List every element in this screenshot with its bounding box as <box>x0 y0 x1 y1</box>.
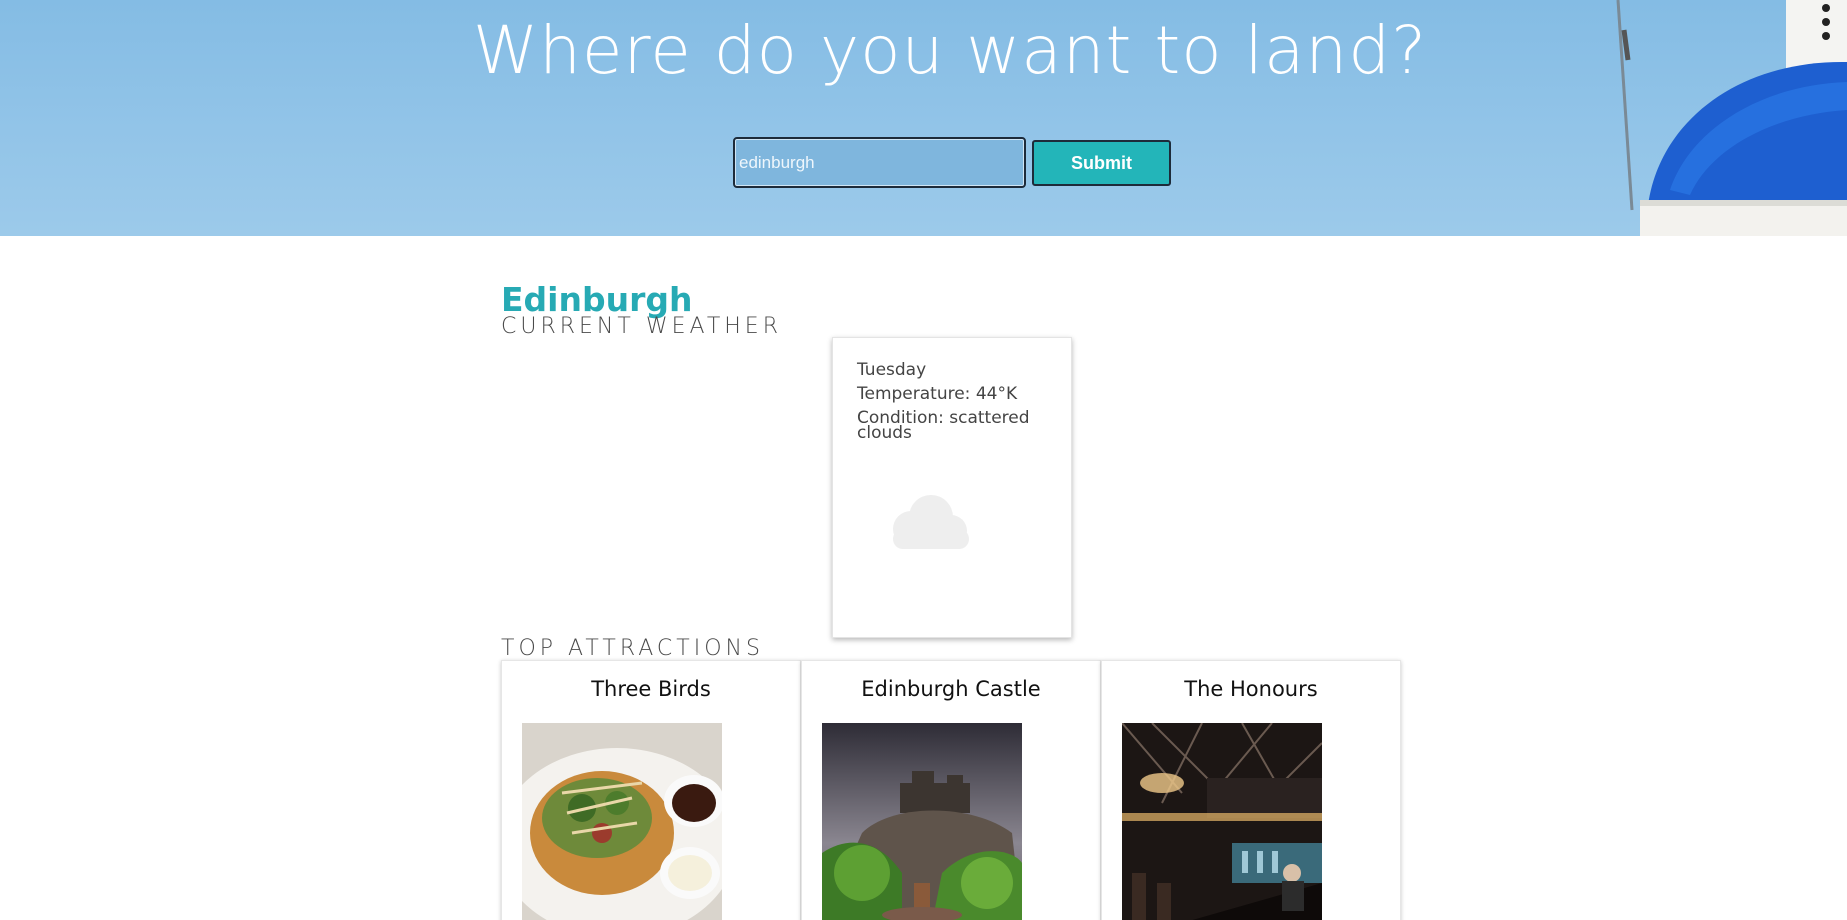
top-attractions-heading: TOP ATTRACTIONS <box>501 636 764 661</box>
attraction-photo-the-honours <box>1122 723 1322 920</box>
cloud-icon <box>893 495 969 549</box>
weather-card: Tuesday Temperature: 44°K Condition: sca… <box>832 337 1072 638</box>
attraction-photo-edinburgh-castle <box>822 723 1022 920</box>
weather-condition: Condition: scattered clouds <box>857 408 1030 443</box>
destination-search-input[interactable] <box>733 137 1026 188</box>
hero-title: Where do you want to land? <box>472 12 1428 89</box>
attraction-card[interactable]: Edinburgh Castle <box>801 660 1101 920</box>
attraction-title: Edinburgh Castle <box>861 677 1041 701</box>
attraction-card[interactable]: The Honours <box>1101 660 1401 920</box>
current-weather-heading: CURRENT WEATHER <box>501 314 782 339</box>
attraction-title: Three Birds <box>591 677 711 701</box>
weather-temperature: Temperature: 44°K <box>857 384 1018 404</box>
hero-banner: Where do you want to land? Submit <box>0 0 1847 236</box>
attraction-title: The Honours <box>1184 677 1318 701</box>
attraction-photo-three-birds <box>522 723 722 920</box>
submit-button[interactable]: Submit <box>1032 140 1171 186</box>
weather-day: Tuesday <box>857 360 927 380</box>
attraction-card[interactable]: Three Birds <box>501 660 801 920</box>
